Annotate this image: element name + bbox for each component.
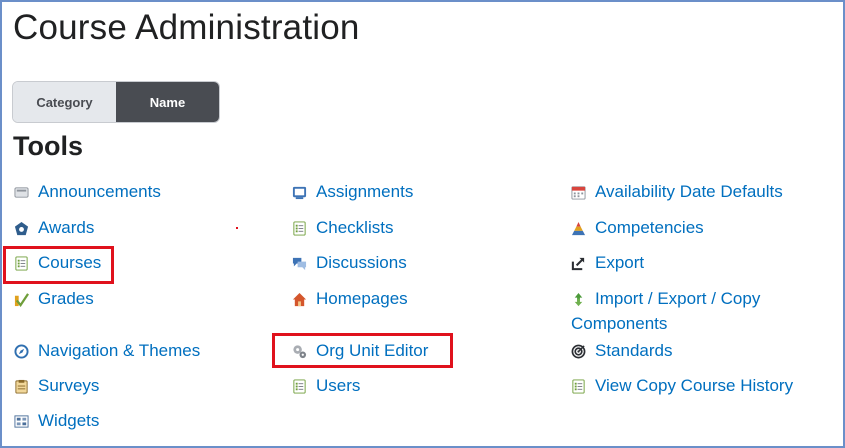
- import-export-icon: [570, 291, 586, 307]
- tool-label: View Copy Course History: [595, 376, 794, 395]
- tool-standards[interactable]: Standards: [570, 338, 673, 363]
- tool-assignments[interactable]: Assignments: [291, 179, 413, 204]
- tool-homepages[interactable]: Homepages: [291, 286, 408, 311]
- tool-availability-date-defaults[interactable]: Availability Date Defaults: [570, 179, 783, 204]
- announcements-icon: [13, 184, 29, 200]
- tool-label: Import / Export / Copy: [595, 289, 761, 308]
- tool-import-export-copy[interactable]: Import / Export / Copy Components: [570, 286, 810, 336]
- tool-label: Grades: [38, 289, 94, 308]
- checklist-icon: [570, 378, 586, 394]
- tool-label: Checklists: [316, 218, 394, 237]
- tool-label: Discussions: [316, 253, 407, 272]
- pyramid-icon: [570, 220, 586, 236]
- tool-label: Surveys: [38, 376, 100, 395]
- calendar-icon: [570, 184, 586, 200]
- tool-announcements[interactable]: Announcements: [13, 179, 161, 204]
- widgets-icon: [13, 413, 29, 429]
- tool-view-copy-course-history[interactable]: View Copy Course History: [570, 373, 793, 398]
- tool-label: Announcements: [38, 182, 161, 201]
- tool-discussions[interactable]: Discussions: [291, 250, 407, 275]
- tool-label: Navigation & Themes: [38, 341, 201, 360]
- compass-icon: [13, 343, 29, 359]
- toggle-category-button[interactable]: Category: [13, 82, 116, 122]
- tool-export[interactable]: Export: [570, 250, 644, 275]
- tool-surveys[interactable]: Surveys: [13, 373, 99, 398]
- tool-label: Competencies: [595, 218, 704, 237]
- tool-label: Homepages: [316, 289, 408, 308]
- tool-label: Awards: [38, 218, 95, 237]
- tool-label: Availability Date Defaults: [595, 182, 783, 201]
- highlight-box-org-unit-editor: [272, 333, 453, 368]
- annotation-dot: [236, 227, 238, 229]
- section-title-tools: Tools: [13, 131, 83, 161]
- tool-widgets[interactable]: Widgets: [13, 408, 99, 433]
- tool-grades[interactable]: Grades: [13, 286, 94, 311]
- tool-users[interactable]: Users: [291, 373, 360, 398]
- toggle-name-button[interactable]: Name: [116, 82, 219, 122]
- checklist-icon: [291, 220, 307, 236]
- tool-label: Standards: [595, 341, 673, 360]
- tool-checklists[interactable]: Checklists: [291, 215, 393, 240]
- home-icon: [291, 291, 307, 307]
- grades-icon: [13, 291, 29, 307]
- export-icon: [570, 255, 586, 271]
- view-toggle: Category Name: [12, 81, 220, 123]
- tool-label: Export: [595, 253, 645, 272]
- checklist-icon: [291, 378, 307, 394]
- tool-label: Users: [316, 376, 361, 395]
- assignments-icon: [291, 184, 307, 200]
- tool-label-continued: Components: [571, 314, 668, 333]
- tool-navigation-themes[interactable]: Navigation & Themes: [13, 338, 200, 363]
- award-icon: [13, 220, 29, 236]
- highlight-box-courses: [3, 246, 114, 284]
- tool-label: Assignments: [316, 182, 414, 201]
- tool-competencies[interactable]: Competencies: [570, 215, 704, 240]
- target-icon: [570, 343, 586, 359]
- tool-awards[interactable]: Awards: [13, 215, 94, 240]
- discussion-icon: [291, 255, 307, 271]
- page-title: Course Administration: [13, 8, 360, 47]
- clipboard-icon: [13, 378, 29, 394]
- tool-label: Widgets: [38, 411, 100, 430]
